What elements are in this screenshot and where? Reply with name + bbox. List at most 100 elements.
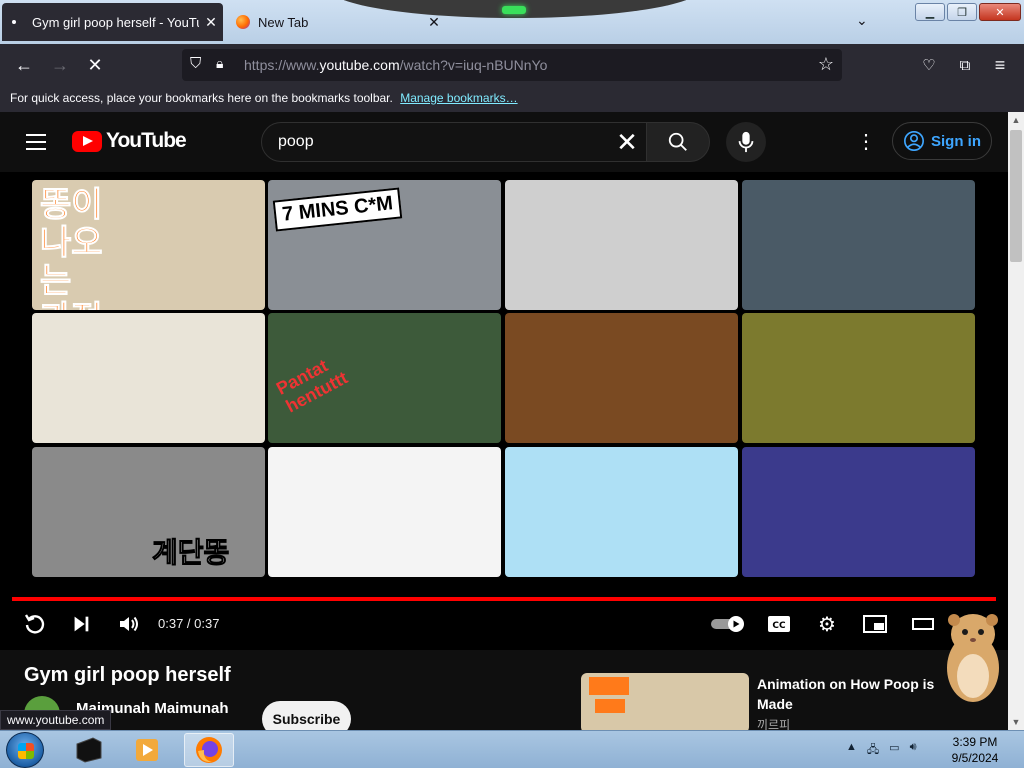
replay-icon[interactable] — [20, 609, 50, 639]
bookmarks-toolbar: For quick access, place your bookmarks h… — [0, 86, 1024, 112]
screen: Gym girl poop herself - YouTube ✕ New Ta… — [0, 0, 1024, 768]
tab-loading-icon — [12, 20, 16, 24]
video-title: Gym girl poop herself — [24, 664, 231, 686]
recommended-thumbnail-art — [587, 675, 647, 721]
extensions-puzzle-icon[interactable]: ⧉ — [952, 52, 978, 78]
watch-metadata: Gym girl poop herself Maimunah Maimunah … — [0, 650, 1008, 737]
subtitles-cc-icon[interactable]: CC — [764, 609, 794, 639]
volume-icon[interactable] — [114, 609, 144, 639]
recommended-video-thumbnail[interactable] — [581, 673, 749, 733]
scroll-down-arrow-icon[interactable]: ▼ — [1008, 714, 1024, 730]
youtube-logo[interactable]: YouTube — [72, 129, 187, 153]
firefox-icon — [236, 15, 250, 29]
network-icon[interactable]: 🖧︎ — [867, 741, 879, 760]
tab-title: Gym girl poop herself - YouTube — [32, 14, 199, 30]
youtube-play-icon — [72, 130, 102, 152]
video-player[interactable]: 똥이 나오는 과정 7 MINS C*M Pantat hentuttt 계단똥 0:… — [0, 172, 1008, 650]
tab-close-icon[interactable]: ✕ — [422, 14, 446, 31]
scroll-up-arrow-icon[interactable]: ▲ — [1008, 112, 1024, 128]
url-path: /watch?v=iuq-nBUNnYo — [399, 57, 548, 73]
voice-search-button[interactable] — [726, 122, 766, 162]
scroll-thumb[interactable] — [1010, 130, 1022, 262]
window-controls: ▁ ❐ ✕ — [915, 3, 1021, 21]
manage-bookmarks-link[interactable]: Manage bookmarks… — [400, 91, 517, 105]
settings-more-icon[interactable]: ⋮ — [856, 130, 876, 154]
app-menu-icon[interactable]: ≡ — [987, 52, 1013, 78]
thumbnail-caption: Pantat hentuttt — [273, 355, 351, 417]
tab-youtube[interactable]: Gym girl poop herself - YouTube ✕ — [2, 3, 223, 41]
next-video-icon[interactable] — [66, 609, 96, 639]
end-screen-video-thumbnail[interactable] — [32, 313, 265, 443]
stop-loading-icon[interactable]: ✕ — [82, 52, 108, 78]
end-screen-video-thumbnail[interactable]: 7 MINS C*M — [268, 180, 501, 310]
clock-date: 9/5/2024 — [951, 751, 999, 765]
bookmarks-hint: For quick access, place your bookmarks h… — [10, 91, 393, 105]
close-window-button[interactable]: ✕ — [979, 3, 1021, 21]
link-status-url: www.youtube.com — [0, 710, 112, 730]
taskbar-clock[interactable]: 3:39 PM 9/5/2024 — [940, 734, 1010, 766]
clear-search-icon[interactable]: ✕ — [612, 127, 642, 157]
search-query: poop — [278, 133, 314, 150]
end-screen-video-thumbnail[interactable] — [505, 180, 738, 310]
windows-taskbar: ▲ 🖧︎ ▭ 🔊︎ 3:39 PM 9/5/2024 — [0, 730, 1024, 768]
system-tray: ▲ 🖧︎ ▭ 🔊︎ — [846, 741, 917, 760]
tab-title: New Tab — [258, 14, 309, 30]
youtube-header: YouTube poop ✕ ⋮ Sign in — [0, 112, 1008, 172]
volume-tray-icon[interactable]: 🔊︎ — [910, 741, 917, 760]
sign-in-label: Sign in — [931, 132, 981, 150]
lock-icon[interactable]: 🔒︎ — [216, 55, 223, 72]
end-screen-video-thumbnail[interactable] — [505, 447, 738, 577]
forward-arrow-icon[interactable]: → — [47, 52, 73, 78]
end-screen-video-thumbnail[interactable]: 똥이 나오는 과정 — [32, 180, 265, 310]
guide-menu-icon[interactable] — [26, 134, 46, 150]
end-screen-video-thumbnail[interactable] — [505, 313, 738, 443]
hamster-sticker-icon — [947, 614, 999, 702]
minimize-button[interactable]: ▁ — [915, 3, 945, 21]
media-player-icon[interactable] — [122, 733, 172, 767]
clock-time: 3:39 PM — [952, 735, 998, 749]
search-input[interactable]: poop — [261, 122, 647, 162]
pocket-icon[interactable]: ♡ — [916, 52, 942, 78]
end-screen-video-thumbnail[interactable]: 계단똥 — [32, 447, 265, 577]
url-prefix: https://www. — [244, 57, 320, 73]
end-screen-video-thumbnail[interactable] — [268, 447, 501, 577]
miniplayer-icon[interactable] — [860, 609, 890, 639]
browser-tab-strip: Gym girl poop herself - YouTube ✕ New Ta… — [0, 0, 1024, 44]
recommended-video-title[interactable]: Animation on How Poop is Made — [757, 674, 947, 714]
tab-close-icon[interactable]: ✕ — [199, 14, 223, 31]
account-icon — [904, 131, 924, 151]
search-button[interactable] — [646, 122, 710, 162]
firefox-taskbar-icon[interactable] — [184, 733, 234, 767]
start-button[interactable] — [6, 732, 44, 768]
settings-gear-icon[interactable]: ⚙ — [812, 609, 842, 639]
url-bar[interactable]: ⛉ 🔒︎ https://www. youtube.com/watch?v=iuq… — [182, 49, 842, 81]
browser-nav-bar: ← → ✕ ⛉ 🔒︎ https://www. youtube.com/watch… — [0, 44, 1024, 86]
time-display: 0:37 / 0:37 — [158, 616, 220, 631]
bookmark-star-icon[interactable]: ☆ — [818, 54, 834, 75]
end-screen-video-thumbnail[interactable]: Pantat hentuttt — [268, 313, 501, 443]
end-screen-video-thumbnail[interactable] — [742, 447, 975, 577]
webcam-led-icon — [502, 6, 526, 14]
youtube-wordmark: YouTube — [106, 129, 187, 152]
thumbnail-caption: 계단똥 — [151, 537, 230, 569]
tracking-shield-icon[interactable]: ⛉ — [190, 55, 201, 72]
thumbnail-caption: 똥이 나오는 과정 — [40, 186, 104, 311]
url-host: youtube.com — [319, 57, 400, 73]
progress-bar[interactable] — [12, 597, 996, 601]
search-icon — [668, 132, 687, 151]
maximize-button[interactable]: ❐ — [947, 3, 977, 21]
end-screen-video-thumbnail[interactable] — [742, 313, 975, 443]
list-all-tabs-chevron-icon[interactable]: ⌄ — [856, 12, 872, 28]
page-scrollbar[interactable]: ▲ ▼ — [1008, 112, 1024, 730]
thumbnail-caption: 7 MINS C*M — [272, 187, 403, 232]
display-icon[interactable]: ▭ — [889, 741, 899, 760]
svg-text:CC: CC — [772, 621, 786, 631]
taskbar-app-black-icon[interactable] — [64, 733, 114, 767]
theater-mode-icon[interactable] — [908, 609, 938, 639]
end-screen-video-thumbnail[interactable] — [742, 180, 975, 310]
sign-in-button[interactable]: Sign in — [892, 122, 992, 160]
show-hidden-icons-arrow[interactable]: ▲ — [846, 741, 857, 760]
microphone-icon — [738, 131, 754, 153]
autoplay-toggle[interactable] — [710, 609, 746, 639]
back-arrow-icon[interactable]: ← — [11, 52, 37, 78]
